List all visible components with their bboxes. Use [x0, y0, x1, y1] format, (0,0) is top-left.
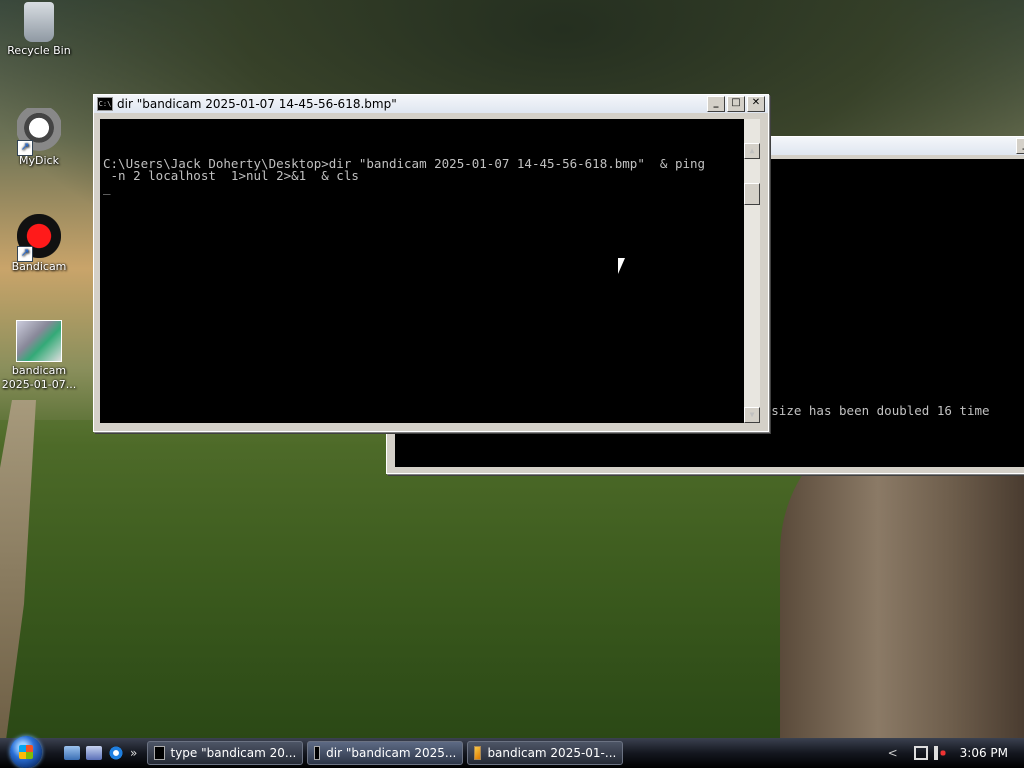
network-icon[interactable] [913, 746, 928, 760]
recycle-bin-icon [24, 2, 54, 42]
image-file-icon [16, 320, 62, 362]
raccoon-icon: ↗ [17, 108, 61, 156]
scroll-thumb[interactable] [744, 183, 760, 205]
wallpaper-tree-trunk [780, 430, 1024, 740]
volume-muted-icon[interactable] [933, 746, 948, 760]
switch-windows-icon[interactable] [86, 746, 102, 760]
close-button[interactable]: ✕ [747, 96, 765, 112]
console-icon [154, 746, 165, 760]
console-icon: C:\ [97, 97, 113, 111]
scroll-down-arrow-icon[interactable]: ▼ [744, 407, 760, 423]
quick-launch: » [64, 746, 137, 760]
desktop-icon-label: bandicam 2025-01-07... [1, 364, 77, 391]
front-console-title: dir "bandicam 2025-01-07 14-45-56-618.bm… [117, 97, 397, 111]
windows-logo-icon [10, 736, 42, 768]
taskbar-button-label: type "bandicam 20... [170, 746, 297, 760]
desktop-icon-label: Recycle Bin [7, 44, 71, 57]
scroll-up-arrow-icon[interactable]: ▲ [744, 143, 760, 159]
desktop-icon-recycle-bin[interactable]: Recycle Bin [0, 2, 78, 58]
desktop-icon-bandicam[interactable]: ↗ Bandicam [0, 214, 78, 274]
console-lines: C:\Users\Jack Doherty\Desktop>dir "bandi… [103, 157, 742, 195]
bandicam-icon: ↗ [17, 214, 61, 262]
taskbar: » type "bandicam 20... dir "bandicam 202… [0, 736, 1024, 768]
desktop-icon-bandicam-file[interactable]: bandicam 2025-01-07... [0, 320, 78, 392]
console-line: _ [103, 180, 111, 195]
maximize-button[interactable]: □ [727, 96, 745, 112]
taskbar-button-label: bandicam 2025-01-... [487, 746, 617, 760]
minimize-button[interactable]: _ [707, 96, 725, 112]
taskbar-button-label: dir "bandicam 2025... [326, 746, 457, 760]
console-scrollbar[interactable]: ▲ ▼ [744, 119, 760, 423]
quick-launch-more-icon[interactable]: » [130, 746, 137, 760]
taskbar-button-type[interactable]: type "bandicam 20... [147, 741, 304, 765]
show-hidden-icons-icon[interactable]: < [888, 746, 898, 760]
taskbar-button-paint[interactable]: bandicam 2025-01-... [467, 741, 624, 765]
mouse-pointer-icon [618, 258, 625, 274]
show-desktop-icon[interactable] [64, 746, 80, 760]
console-icon [314, 746, 321, 760]
desktop-icon-label: Bandicam [11, 260, 67, 273]
taskbar-button-dir[interactable]: dir "bandicam 2025... [307, 741, 464, 765]
shortcut-arrow-icon: ↗ [17, 140, 33, 156]
console-line: -n 2 localhost 1>nul 2>&1 & cls [103, 168, 359, 183]
front-console-titlebar[interactable]: C:\ dir "bandicam 2025-01-07 14-45-56-61… [94, 95, 768, 113]
front-console-output[interactable]: C:\Users\Jack Doherty\Desktop>dir "bandi… [100, 119, 760, 423]
start-button[interactable] [6, 736, 46, 768]
desktop-icon-mydick[interactable]: ↗ MyDick [0, 108, 78, 168]
internet-explorer-icon[interactable] [108, 746, 124, 760]
paint-icon [474, 746, 482, 760]
minimize-button[interactable]: _ [1016, 138, 1024, 154]
desktop-icon-label: MyDick [19, 154, 59, 167]
front-console-window[interactable]: C:\ dir "bandicam 2025-01-07 14-45-56-61… [93, 94, 769, 432]
shortcut-arrow-icon: ↗ [17, 246, 33, 262]
clock[interactable]: 3:06 PM [960, 746, 1008, 760]
system-tray: < 3:06 PM [888, 738, 1024, 768]
